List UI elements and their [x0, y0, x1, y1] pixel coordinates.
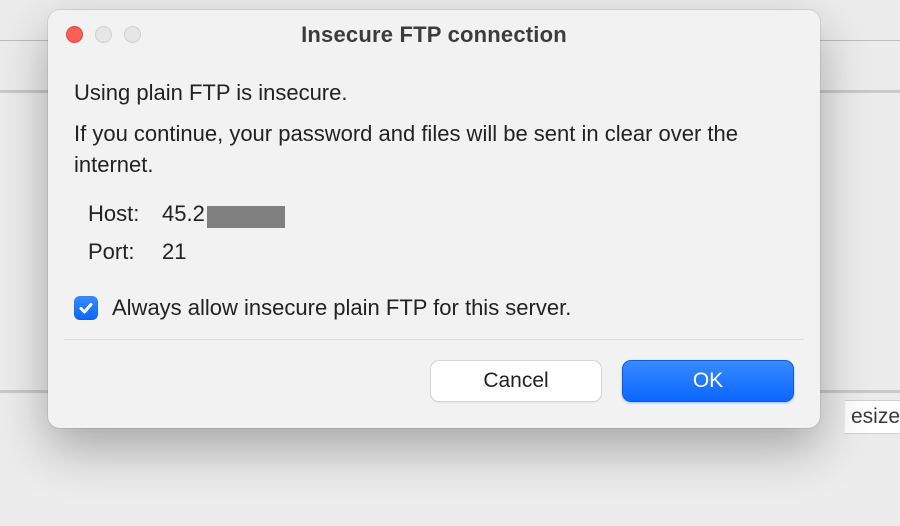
always-allow-checkbox[interactable] — [74, 296, 98, 320]
warning-detail: If you continue, your password and files… — [74, 118, 794, 180]
zoom-window-button — [124, 26, 141, 43]
dialog-titlebar: Insecure FTP connection — [48, 10, 820, 61]
port-value: 21 — [162, 239, 186, 265]
always-allow-label: Always allow insecure plain FTP for this… — [112, 295, 571, 321]
always-allow-row: Always allow insecure plain FTP for this… — [48, 277, 820, 339]
port-row: Port: 21 — [88, 239, 794, 265]
background-column-header-fragment: esize — [845, 400, 900, 434]
dialog-body: Using plain FTP is insecure. If you cont… — [48, 61, 820, 181]
port-label: Port: — [88, 239, 148, 265]
host-value: 45.2 — [162, 201, 285, 227]
minimize-window-button — [95, 26, 112, 43]
cancel-button[interactable]: Cancel — [430, 360, 602, 402]
warning-heading: Using plain FTP is insecure. — [74, 77, 794, 108]
dialog-footer: Cancel OK — [48, 340, 820, 428]
close-window-button[interactable] — [66, 26, 83, 43]
ok-button[interactable]: OK — [622, 360, 794, 402]
connection-info: Host: 45.2 Port: 21 — [48, 201, 820, 265]
host-row: Host: 45.2 — [88, 201, 794, 227]
dialog-title: Insecure FTP connection — [48, 22, 820, 48]
host-label: Host: — [88, 201, 148, 227]
host-value-visible: 45.2 — [162, 201, 205, 227]
window-controls — [66, 26, 141, 43]
insecure-ftp-dialog: Insecure FTP connection Using plain FTP … — [48, 10, 820, 428]
checkmark-icon — [78, 300, 94, 316]
host-value-redacted — [207, 206, 285, 228]
